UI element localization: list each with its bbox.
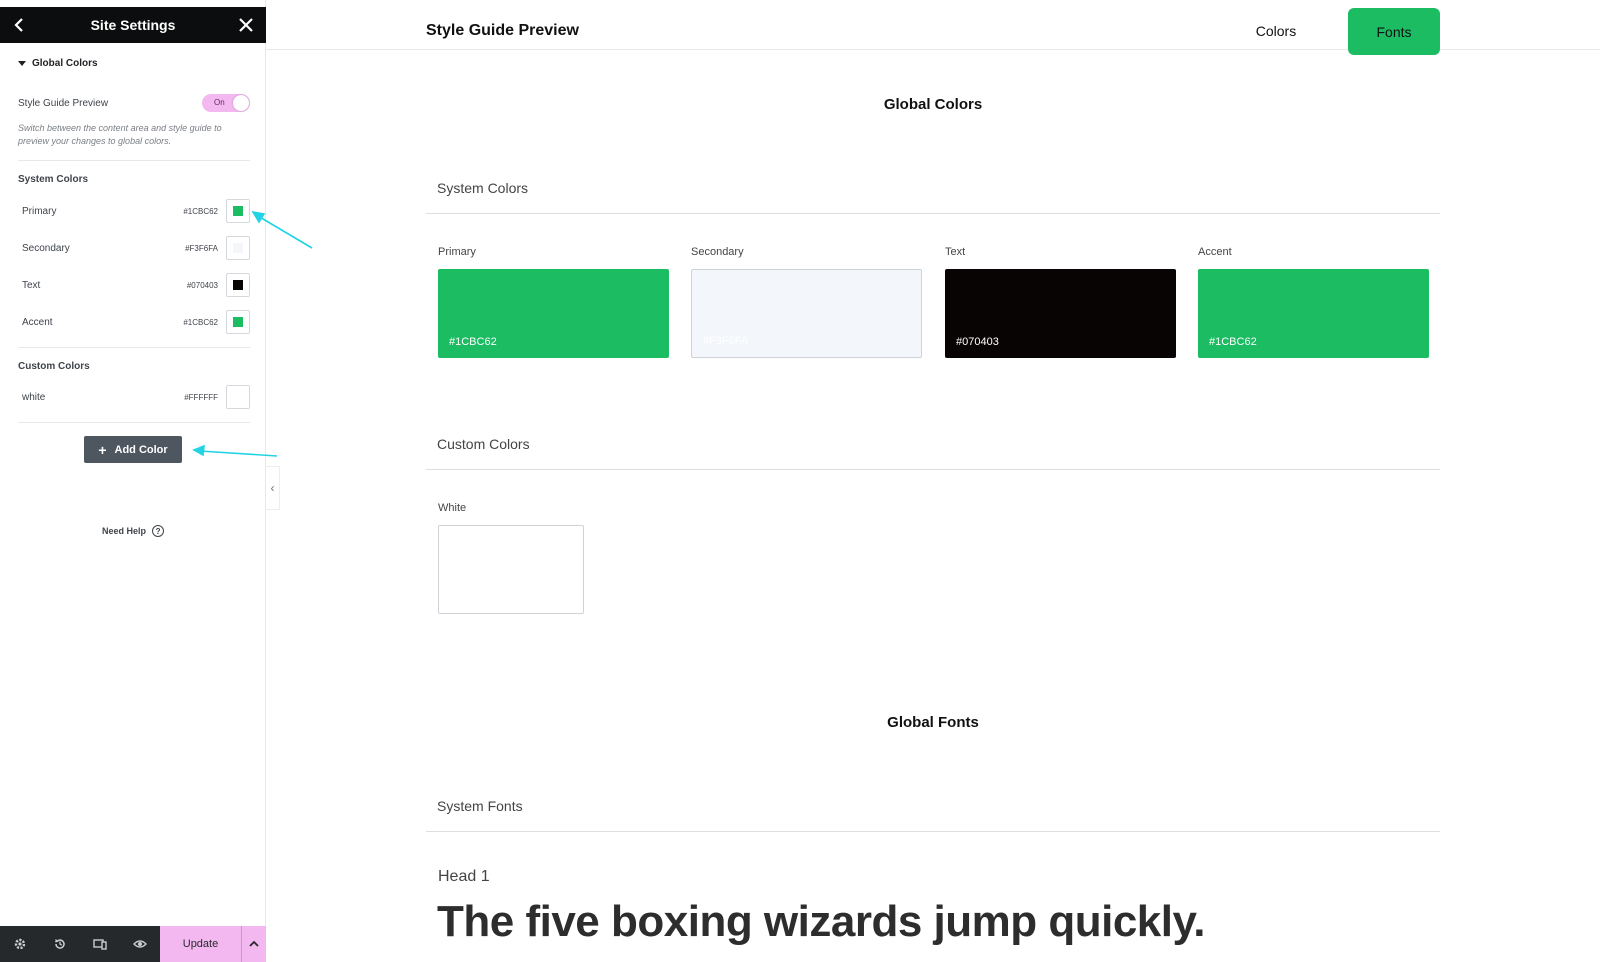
color-chip	[233, 280, 243, 290]
style-guide-preview-help: Switch between the content area and styl…	[18, 123, 222, 146]
footer-icon-bar	[0, 926, 160, 962]
custom-colors-group-title: Custom Colors	[437, 436, 530, 452]
custom-colors-title: Custom Colors	[18, 361, 90, 372]
color-card-primary: Primary #1CBC62	[438, 246, 669, 358]
color-picker-swatch-secondary[interactable]	[226, 236, 250, 260]
color-hex: #070403	[186, 280, 218, 290]
style-guide-preview-label: Style Guide Preview	[18, 97, 109, 109]
update-button[interactable]: Update	[160, 926, 241, 962]
color-picker-swatch-white[interactable]	[226, 385, 250, 409]
color-card-hex: #F3F6FA	[703, 335, 749, 347]
color-name: white	[22, 391, 46, 403]
divider	[18, 160, 250, 161]
eye-icon[interactable]	[130, 934, 150, 954]
need-help-label: Need Help	[102, 526, 147, 536]
color-card-label: Secondary	[691, 246, 744, 258]
color-name: Primary	[22, 205, 57, 217]
color-picker-swatch-text[interactable]	[226, 273, 250, 297]
color-card-text: Text #070403	[945, 246, 1176, 358]
section-label: Global Colors	[32, 58, 98, 69]
plus-icon: +	[98, 441, 107, 458]
color-chip	[233, 206, 243, 216]
color-card-white: White #FFFFFF	[438, 502, 584, 614]
toggle-knob	[233, 95, 249, 111]
group-divider	[426, 469, 1440, 470]
color-chip	[233, 243, 243, 253]
color-name: Secondary	[22, 242, 70, 254]
color-card-accent: Accent #1CBC62	[1198, 246, 1429, 358]
color-hex: #1CBC62	[183, 206, 218, 216]
color-card-swatch: #1CBC62	[438, 269, 669, 358]
color-picker-swatch-accent[interactable]	[226, 310, 250, 334]
color-card-hex: #070403	[956, 336, 999, 348]
color-card-swatch: #F3F6FA	[691, 269, 922, 358]
color-card-hex: #1CBC62	[1209, 336, 1257, 348]
toggle-state-text: On	[214, 98, 225, 107]
color-name: Text	[22, 279, 41, 291]
panel-header: Site Settings	[0, 7, 266, 43]
color-picker-swatch-primary[interactable]	[226, 199, 250, 223]
history-icon[interactable]	[50, 934, 70, 954]
color-chip	[233, 317, 243, 327]
color-card-hex: #1CBC62	[449, 336, 497, 348]
color-row-accent: Accent #1CBC62	[22, 310, 250, 334]
preview-topbar: Style Guide Preview Colors Fonts	[266, 0, 1600, 55]
system-colors-group-title: System Colors	[437, 180, 529, 196]
color-card-label: White	[438, 502, 467, 514]
divider	[18, 422, 250, 423]
chevron-up-icon[interactable]	[241, 926, 266, 962]
app-root: Site Settings Global Colors Style Guide …	[0, 0, 1600, 962]
panel-title: Site Settings	[90, 17, 176, 33]
tab-colors[interactable]: Colors	[1232, 8, 1320, 54]
close-icon[interactable]	[236, 15, 256, 35]
collapse-panel-handle[interactable]: ‹	[266, 466, 280, 510]
gear-icon[interactable]	[10, 934, 30, 954]
color-row-white: white #FFFFFF	[22, 385, 250, 409]
color-name: Accent	[22, 316, 53, 328]
tab-fonts[interactable]: Fonts	[1348, 8, 1440, 55]
group-divider	[426, 831, 1440, 832]
global-colors-heading: Global Colors	[883, 96, 983, 113]
system-colors-title: System Colors	[18, 174, 89, 185]
panel-footer: Update	[0, 926, 266, 962]
caret-down-icon	[18, 61, 26, 66]
group-divider	[426, 213, 1440, 214]
color-row-text: Text #070403	[22, 273, 250, 297]
color-card-label: Primary	[438, 246, 476, 258]
color-hex: #F3F6FA	[185, 243, 218, 253]
color-card-swatch: #FFFFFF	[438, 525, 584, 614]
color-card-swatch: #070403	[945, 269, 1176, 358]
chevron-left-icon: ‹	[270, 481, 275, 495]
need-help-link[interactable]: Need Help ?	[102, 525, 165, 537]
add-color-button[interactable]: + Add Color	[84, 436, 182, 463]
add-color-label: Add Color	[114, 443, 168, 456]
color-hex: #1CBC62	[183, 317, 218, 327]
site-settings-panel: Site Settings Global Colors Style Guide …	[0, 0, 266, 962]
global-colors-section-toggle[interactable]: Global Colors	[18, 58, 98, 69]
color-card-swatch: #1CBC62	[1198, 269, 1429, 358]
system-fonts-group-title: System Fonts	[437, 798, 523, 814]
font-sample-text: The five boxing wizards jump quickly.	[437, 897, 1205, 946]
global-fonts-heading: Global Fonts	[887, 714, 979, 731]
color-card-label: Text	[945, 246, 966, 258]
preview-title: Style Guide Preview	[426, 22, 579, 39]
back-icon[interactable]	[10, 15, 30, 35]
question-icon: ?	[152, 525, 165, 537]
color-card-hex: #FFFFFF	[450, 591, 497, 603]
color-card-label: Accent	[1198, 246, 1232, 258]
responsive-icon[interactable]	[90, 934, 110, 954]
color-chip	[227, 386, 249, 408]
style-guide-preview-toggle[interactable]: On	[202, 94, 250, 112]
color-row-primary: Primary #1CBC62	[22, 199, 250, 223]
divider	[18, 347, 250, 348]
color-card-secondary: Secondary #F3F6FA	[691, 246, 922, 358]
style-guide-preview-row: Style Guide Preview On	[18, 92, 250, 114]
color-row-secondary: Secondary #F3F6FA	[22, 236, 250, 260]
head1-label: Head 1	[438, 868, 490, 885]
color-hex: #FFFFFF	[184, 392, 218, 402]
